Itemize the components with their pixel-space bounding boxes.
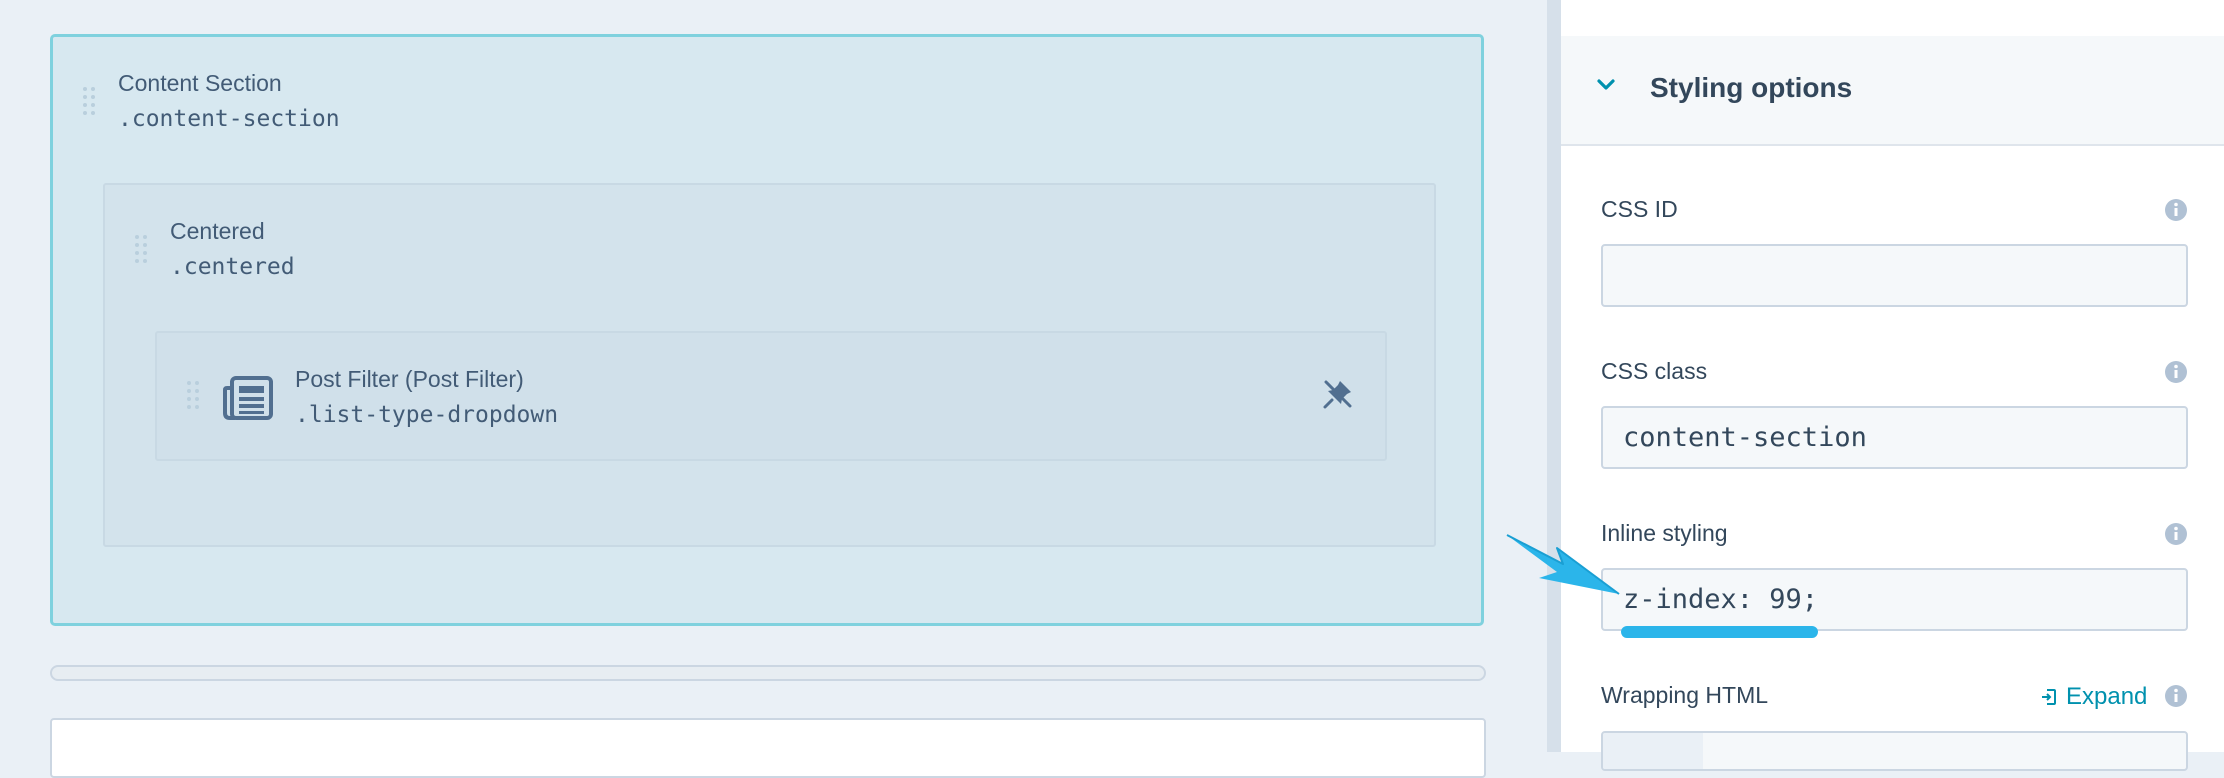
wrapping-html-editor[interactable]: [1601, 731, 2188, 771]
unpin-icon[interactable]: [1322, 378, 1354, 410]
drag-handle-icon[interactable]: [135, 235, 149, 267]
section-title: Content Section: [118, 70, 282, 96]
css-id-input[interactable]: [1601, 244, 2188, 307]
module-class: .list-type-dropdown: [295, 402, 559, 428]
inline-styling-input[interactable]: z-index: 99;: [1601, 568, 2188, 631]
post-filter-module[interactable]: Post Filter (Post Filter) .list-type-dro…: [155, 331, 1387, 461]
info-icon[interactable]: [2164, 684, 2188, 708]
module-title: Post Filter (Post Filter): [295, 366, 524, 392]
next-section-block[interactable]: [50, 718, 1486, 778]
chevron-down-icon[interactable]: [1595, 74, 1617, 96]
css-id-label: CSS ID: [1601, 196, 1678, 222]
styling-options-header[interactable]: Styling options: [1561, 36, 2224, 146]
css-class-label: CSS class: [1601, 358, 1708, 384]
panel-top-strip: [1561, 0, 2224, 38]
section-class: .content-section: [118, 106, 340, 132]
centered-class: .centered: [170, 254, 295, 280]
drag-handle-icon[interactable]: [83, 87, 97, 119]
wrapping-html-label: Wrapping HTML: [1601, 682, 1769, 708]
styling-options-title: Styling options: [1650, 72, 1853, 103]
editor-canvas: Content Section .content-section Centere…: [0, 0, 1547, 778]
styling-sidebar: Styling options CSS ID CSS class content…: [1561, 0, 2224, 771]
css-class-input[interactable]: content-section: [1601, 406, 2188, 469]
panel-divider[interactable]: [1547, 0, 1561, 752]
info-icon[interactable]: [2164, 198, 2188, 222]
add-section-bar[interactable]: [50, 665, 1486, 681]
annotation-underline: [1621, 626, 1818, 638]
centered-block[interactable]: Centered .centered Post Filter (Post Fil…: [103, 183, 1436, 547]
info-icon[interactable]: [2164, 360, 2188, 384]
content-section-block[interactable]: Content Section .content-section Centere…: [50, 34, 1484, 626]
list-module-icon: [223, 376, 273, 420]
expand-button[interactable]: Expand: [2040, 683, 2147, 711]
code-gutter: [1603, 733, 1703, 769]
annotation-arrow-icon: [1506, 534, 1620, 595]
centered-title: Centered: [170, 218, 265, 244]
info-icon[interactable]: [2164, 522, 2188, 546]
expand-label: Expand: [2066, 683, 2148, 710]
drag-handle-icon[interactable]: [187, 381, 201, 413]
expand-icon: [2042, 689, 2056, 705]
